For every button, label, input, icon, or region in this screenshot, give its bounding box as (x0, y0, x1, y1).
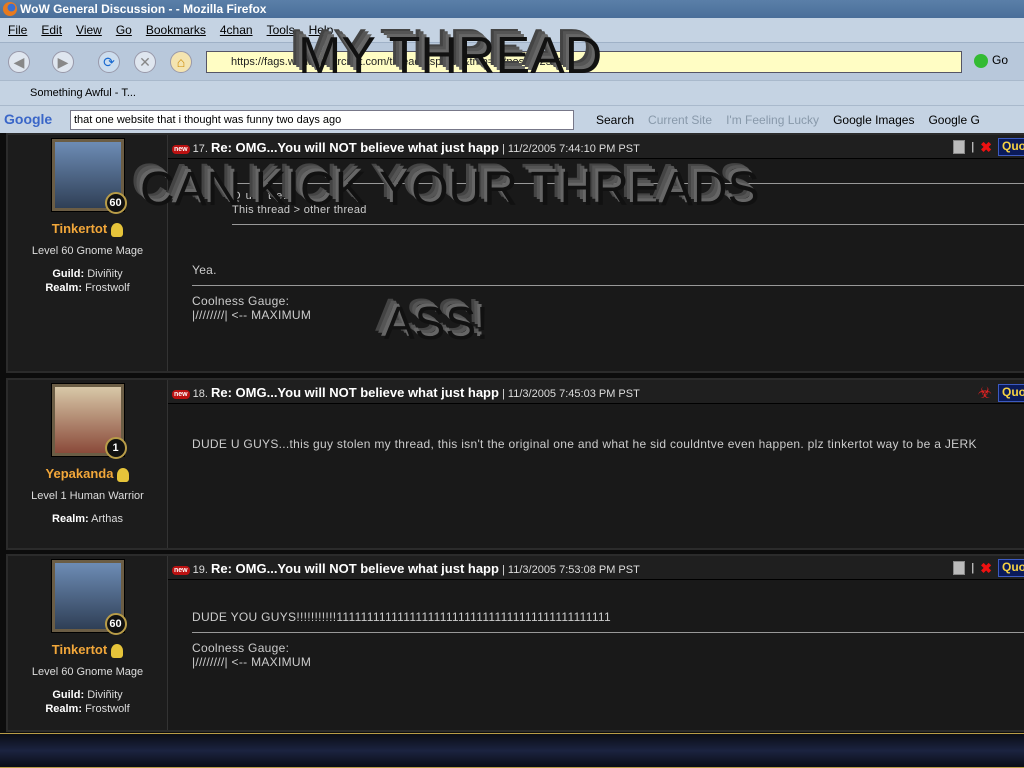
firefox-icon (3, 2, 17, 16)
menu-help[interactable]: Help (309, 23, 334, 42)
google-groups-button[interactable]: Google G (928, 113, 979, 127)
google-images-button[interactable]: Google Images (833, 113, 914, 127)
menu-view[interactable]: View (76, 23, 102, 42)
window-titlebar: WoW General Discussion - - Mozilla Firef… (0, 0, 1024, 18)
post-date: | 11/2/2005 7:44:10 PM PST (502, 143, 640, 155)
go-button[interactable]: Go (974, 53, 1008, 68)
menubar: File Edit View Go Bookmarks 4chan Tools … (0, 18, 1024, 42)
quote-button[interactable]: Quote (998, 384, 1024, 402)
author-guild: Diviñity (87, 267, 123, 280)
search-profile-icon[interactable] (111, 222, 124, 237)
google-toolbar: Google that one website that i thought w… (0, 105, 1024, 133)
window-title: WoW General Discussion - - Mozilla Firef… (20, 2, 267, 16)
author-name[interactable]: Tinkertot (52, 221, 107, 236)
post-author-panel: 60 Tinkertot Level 60 Gnome Mage Guild: … (8, 135, 168, 371)
post-body: DUDE YOU GUYS!!!!!!!!!!!1111111111111111… (192, 610, 1024, 669)
avatar: 60 (50, 138, 127, 214)
post-header: new 17. Re: OMG...You will NOT believe wh… (168, 135, 1024, 159)
quote-button[interactable]: Quote (998, 138, 1024, 156)
post-date: | 11/3/2005 7:53:08 PM PST (502, 564, 640, 576)
post-author-panel: 1 Yepakanda Level 1 Human Warrior Realm:… (8, 380, 168, 548)
home-button[interactable]: ⌂ (170, 51, 192, 73)
google-logo[interactable]: Google (4, 111, 52, 127)
author-class: Level 60 Gnome Mage (31, 665, 144, 678)
forward-button[interactable]: ▶ (52, 51, 74, 73)
edit-icon[interactable] (953, 561, 966, 575)
menu-4chan[interactable]: 4chan (220, 23, 253, 42)
search-profile-icon[interactable] (111, 643, 124, 658)
author-realm: Frostwolf (85, 702, 130, 715)
menu-go[interactable]: Go (116, 23, 132, 42)
current-site-button[interactable]: Current Site (648, 113, 712, 127)
back-button[interactable]: ◀ (8, 51, 30, 73)
post-date: | 11/3/2005 7:45:03 PM PST (502, 388, 640, 400)
quote-button[interactable]: Quote (998, 559, 1024, 577)
forum-content: 60 Tinkertot Level 60 Gnome Mage Guild: … (0, 133, 1024, 733)
post-title[interactable]: Re: OMG...You will NOT believe what just… (211, 140, 499, 155)
page-footer-border (0, 733, 1024, 768)
level-badge: 1 (104, 437, 127, 459)
author-name[interactable]: Yepakanda (46, 466, 114, 481)
post-body: DUDE U GUYS...this guy stolen my thread,… (192, 437, 977, 451)
post-body: Q u o t e: This thread > other thread Ye… (192, 157, 1024, 322)
delete-icon[interactable]: ✖ (980, 139, 992, 156)
menu-bookmarks[interactable]: Bookmarks (146, 23, 206, 42)
bookmarks-toolbar: Something Awful - T... (0, 80, 1024, 105)
author-guild: Diviñity (87, 688, 123, 701)
bookmark-something-awful[interactable]: Something Awful - T... (30, 87, 136, 99)
level-badge: 60 (104, 613, 127, 635)
signature: Coolness Gauge: (192, 294, 290, 308)
feeling-lucky-button[interactable]: I'm Feeling Lucky (726, 113, 819, 127)
new-icon: new (172, 144, 190, 154)
post-author-panel: 60 Tinkertot Level 60 Gnome Mage Guild: … (8, 556, 168, 730)
google-search-button[interactable]: Search (596, 113, 634, 127)
new-icon: new (172, 389, 190, 399)
author-class: Level 1 Human Warrior (31, 489, 144, 502)
menu-tools[interactable]: Tools (267, 23, 295, 42)
edit-icon[interactable] (953, 140, 966, 154)
menu-edit[interactable]: Edit (41, 23, 62, 42)
navigation-toolbar: ◀ ▶ ⟳ ✕ ⌂ https://fags.worldofwarcraft.c… (0, 42, 1024, 80)
author-realm: Arthas (91, 512, 123, 525)
reload-button[interactable]: ⟳ (98, 51, 120, 73)
search-profile-icon[interactable] (117, 467, 130, 482)
post-header: new 19. Re: OMG...You will NOT believe wh… (168, 556, 1024, 580)
google-search-input[interactable]: that one website that i thought was funn… (70, 110, 574, 130)
post-title[interactable]: Re: OMG...You will NOT believe what just… (211, 385, 499, 400)
signature: Coolness Gauge: (192, 641, 290, 655)
post-header: new 18. Re: OMG...You will NOT believe wh… (168, 380, 1024, 404)
biohazard-icon: ☣ (977, 385, 992, 402)
avatar: 1 (50, 383, 127, 459)
author-realm: Frostwolf (85, 281, 130, 294)
forum-post: 60 Tinkertot Level 60 Gnome Mage Guild: … (6, 554, 1024, 732)
url-bar[interactable]: https://fags.worldofwarcraft.com/thread.… (206, 51, 962, 73)
new-icon: new (172, 565, 190, 575)
quote-block: Q u o t e: This thread > other thread (232, 183, 1024, 225)
go-icon (974, 53, 988, 68)
author-class: Level 60 Gnome Mage (31, 244, 144, 257)
forum-post: 60 Tinkertot Level 60 Gnome Mage Guild: … (6, 133, 1024, 373)
forum-post: 1 Yepakanda Level 1 Human Warrior Realm:… (6, 378, 1024, 550)
stop-button[interactable]: ✕ (134, 51, 156, 73)
avatar: 60 (50, 559, 127, 635)
author-name[interactable]: Tinkertot (52, 642, 107, 657)
menu-file[interactable]: File (8, 23, 27, 42)
delete-icon[interactable]: ✖ (980, 560, 992, 577)
level-badge: 60 (104, 192, 127, 214)
post-title[interactable]: Re: OMG...You will NOT believe what just… (211, 561, 499, 576)
